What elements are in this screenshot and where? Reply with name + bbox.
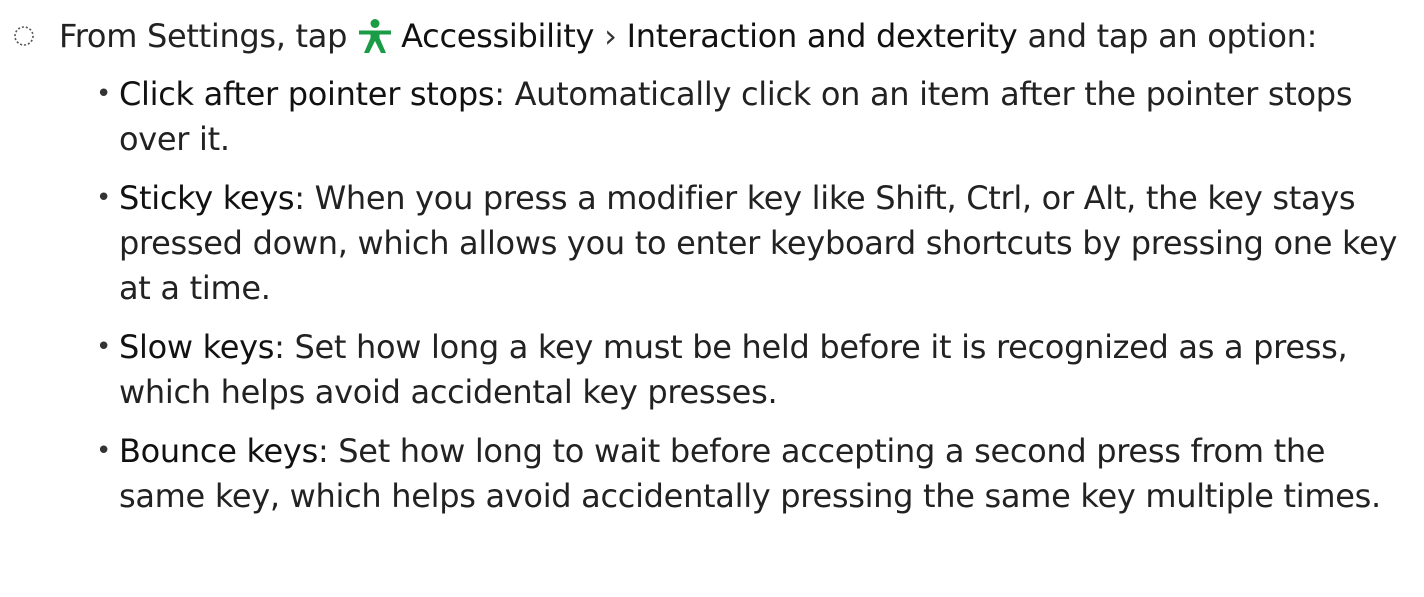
menu-accessibility: Accessibility [401, 17, 595, 55]
option-term: Slow keys [119, 328, 275, 366]
bullet-icon: • [96, 332, 112, 362]
list-item: • Bounce keys: Set how long to wait befo… [96, 429, 1410, 519]
list-item: • Click after pointer stops: Automatical… [96, 72, 1410, 162]
list-item: • Slow keys: Set how long a key must be … [96, 325, 1410, 415]
menu-interaction-and-dexterity: Interaction and dexterity [626, 17, 1018, 55]
chevron-right-icon: › [604, 17, 617, 55]
dotted-circle-icon [12, 24, 36, 48]
option-term: Click after pointer stops [119, 75, 495, 113]
option-term: Sticky keys [119, 179, 295, 217]
option-term: Bounce keys [119, 432, 318, 470]
bullet-icon: • [96, 436, 112, 466]
step-prefix: From Settings, tap [59, 17, 348, 55]
bullet-icon: • [96, 79, 112, 109]
options-list: • Click after pointer stops: Automatical… [96, 72, 1410, 533]
option-description: : When you press a modifier key like Shi… [119, 179, 1398, 307]
bullet-icon: • [96, 183, 112, 213]
option-description: : Set how long a key must be held before… [119, 328, 1348, 411]
step-suffix: and tap an option: [1027, 17, 1318, 55]
accessibility-person-icon [357, 18, 393, 54]
list-item: • Sticky keys: When you press a modifier… [96, 176, 1410, 311]
step-instruction: From Settings, tap Accessibility › Inter… [0, 0, 1317, 72]
